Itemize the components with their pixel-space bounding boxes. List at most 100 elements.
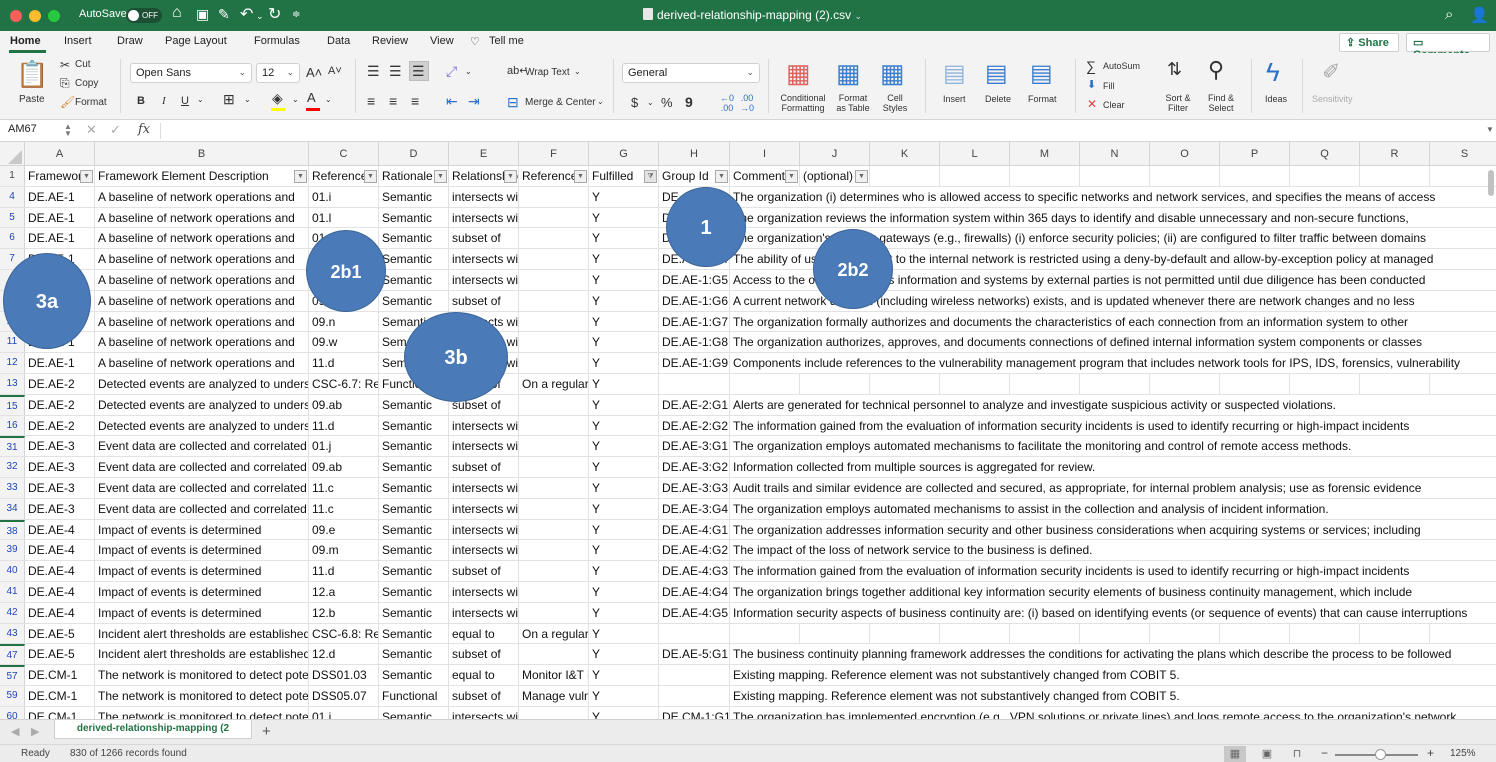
cell[interactable]: [1360, 623, 1430, 644]
maximize-window-button[interactable]: [48, 10, 60, 22]
cell-c[interactable]: 01.i: [309, 186, 379, 207]
cell-c[interactable]: CSC-6.7: Regularly: [309, 374, 379, 394]
tab-formulas[interactable]: Formulas: [254, 35, 300, 47]
cell-c[interactable]: DSS01.03: [309, 665, 379, 685]
row-number[interactable]: 32: [0, 457, 25, 477]
cell-comment[interactable]: Information security aspects of business…: [730, 603, 1496, 623]
row-number[interactable]: 13: [0, 374, 25, 394]
fill-color-dropdown-icon[interactable]: ⌄: [292, 95, 299, 104]
cell-d[interactable]: Semantic: [379, 602, 449, 623]
cell-a[interactable]: DE.AE-2: [25, 374, 95, 394]
orientation-dropdown-icon[interactable]: ⌄: [465, 67, 472, 76]
cell[interactable]: [730, 374, 800, 394]
cell-d[interactable]: Semantic: [379, 270, 449, 290]
cell-comment[interactable]: The organization addresses information s…: [730, 520, 1496, 540]
cell[interactable]: [1360, 166, 1430, 186]
cell-d[interactable]: Semantic: [379, 498, 449, 519]
delete-cells-button[interactable]: Delete: [985, 94, 1011, 104]
cell-e[interactable]: subset of: [449, 457, 519, 477]
cell-g[interactable]: Y: [589, 582, 659, 602]
cell[interactable]: [1290, 623, 1360, 644]
filter-dropdown-icon[interactable]: ▼: [364, 170, 377, 183]
cell-e[interactable]: subset of: [449, 290, 519, 311]
cell-b[interactable]: Event data are collected and correlated: [95, 478, 309, 498]
column-filter-header[interactable]: Reference ▼: [309, 166, 379, 186]
cell-a[interactable]: DE.AE-1: [25, 228, 95, 249]
cell-b[interactable]: A baseline of network operations and: [95, 290, 309, 311]
filter-dropdown-icon[interactable]: ▼: [434, 170, 447, 183]
cell-d[interactable]: Semantic: [379, 249, 449, 269]
fill-color-icon[interactable]: ◈: [272, 90, 283, 107]
find-select-button[interactable]: Find & Select: [1206, 93, 1236, 113]
cell-b[interactable]: Incident alert thresholds are establishe…: [95, 644, 309, 665]
cell-f[interactable]: [519, 478, 589, 498]
cell-d[interactable]: Semantic: [379, 478, 449, 498]
cell-g[interactable]: Y: [589, 436, 659, 457]
column-header-d[interactable]: D: [379, 142, 449, 166]
tab-home[interactable]: Home: [10, 35, 41, 47]
cell-h[interactable]: DE.AE-2:G2: [659, 415, 730, 436]
cell-d[interactable]: Functional: [379, 686, 449, 706]
cell-a[interactable]: DE.AE-3: [25, 478, 95, 498]
cell-f[interactable]: Monitor I&T infrastructure: [519, 665, 589, 685]
cell-a[interactable]: DE.AE-4: [25, 582, 95, 602]
bold-button[interactable]: B: [137, 95, 145, 107]
cell-comment[interactable]: Alerts are generated for technical perso…: [730, 395, 1496, 415]
cell-h[interactable]: DE.CM-1:G1: [659, 706, 730, 719]
filter-dropdown-icon[interactable]: ▼: [855, 170, 868, 183]
column-filter-header[interactable]: Rationale ▼: [379, 166, 449, 186]
format-painter-button[interactable]: Format: [75, 97, 107, 108]
row-number[interactable]: 15: [0, 394, 25, 415]
redo-icon[interactable]: ↻: [268, 4, 281, 24]
comma-style-button[interactable]: 9: [685, 94, 693, 110]
cell-g[interactable]: Y: [589, 186, 659, 207]
column-header-p[interactable]: P: [1220, 142, 1290, 166]
cell-b[interactable]: Detected events are analyzed to understa…: [95, 394, 309, 415]
cell-b[interactable]: Event data are collected and correlated: [95, 436, 309, 457]
cell-comment[interactable]: The organization reviews the information…: [730, 208, 1496, 228]
cell-e[interactable]: subset of: [449, 686, 519, 706]
cell-c[interactable]: 09.w: [309, 332, 379, 353]
zoom-slider-thumb[interactable]: [1375, 749, 1386, 760]
column-header-o[interactable]: O: [1150, 142, 1220, 166]
cell-c[interactable]: 09.e: [309, 519, 379, 540]
cell-f[interactable]: [519, 311, 589, 332]
column-filter-header[interactable]: Fulfilled ⧩: [589, 166, 659, 186]
cell-f[interactable]: On a regular basis: [519, 623, 589, 644]
column-header-c[interactable]: C: [309, 142, 379, 166]
tab-review[interactable]: Review: [372, 35, 408, 47]
cell-h[interactable]: DE.AE-4:G4: [659, 582, 730, 602]
cell-h[interactable]: DE.AE-3:G3: [659, 478, 730, 498]
undo-icon[interactable]: ↶: [240, 4, 253, 24]
align-right-icon[interactable]: ≡: [411, 93, 419, 109]
previous-sheet-icon[interactable]: ◀: [11, 725, 19, 738]
cell-e[interactable]: intersects with: [449, 207, 519, 228]
cut-button[interactable]: Cut: [75, 59, 91, 70]
cell-e[interactable]: intersects with: [449, 186, 519, 207]
cell-g[interactable]: Y: [589, 374, 659, 394]
cell-h[interactable]: DE.AE-5:G1: [659, 644, 730, 665]
filter-dropdown-icon[interactable]: ▼: [294, 170, 307, 183]
merge-center-button[interactable]: Merge & Center: [525, 97, 596, 108]
cell-b[interactable]: A baseline of network operations and: [95, 270, 309, 290]
cell-c[interactable]: DSS05.07: [309, 686, 379, 706]
cell-a[interactable]: DE.AE-5: [25, 644, 95, 665]
customize-toolbar-icon[interactable]: ≑: [292, 9, 300, 20]
cell-c[interactable]: 11.d: [309, 353, 379, 373]
column-filter-header[interactable]: Group Id ▼: [659, 166, 730, 186]
paste-icon[interactable]: 📋: [16, 59, 48, 90]
row-number[interactable]: 59: [0, 686, 25, 706]
cell-e[interactable]: intersects with: [449, 436, 519, 457]
sort-filter-button[interactable]: Sort & Filter: [1163, 93, 1193, 113]
currency-dropdown-icon[interactable]: ⌄: [647, 98, 654, 107]
cell-g[interactable]: Y: [589, 457, 659, 477]
cell[interactable]: [1150, 623, 1220, 644]
filter-dropdown-icon[interactable]: ▼: [785, 170, 798, 183]
cell-c[interactable]: 09.m: [309, 540, 379, 561]
borders-icon[interactable]: ⊞: [223, 91, 235, 108]
column-header-h[interactable]: H: [659, 142, 730, 166]
undo-dropdown-icon[interactable]: ⌄: [256, 11, 264, 22]
cell-g[interactable]: Y: [589, 332, 659, 353]
cell[interactable]: [800, 623, 870, 644]
cell-g[interactable]: Y: [589, 561, 659, 581]
